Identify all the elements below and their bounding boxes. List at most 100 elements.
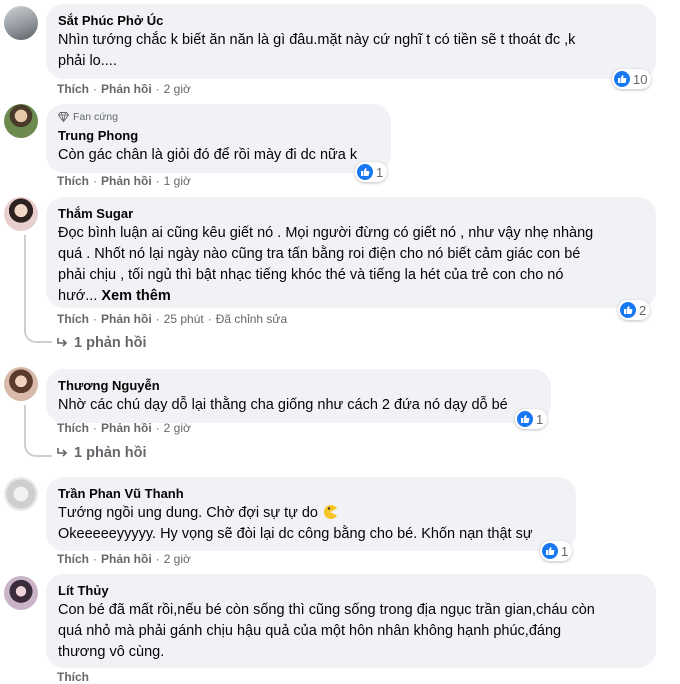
comment-line: Đọc bình luận ai cũng kêu giết nó . Mọi … [58,225,594,241]
avatar[interactable] [4,197,38,231]
reaction-count[interactable]: 1 [540,541,573,561]
comment-text: Con bé đã mất rồi,nếu bé còn sống thì cũ… [58,600,644,663]
comment-line: Nhìn tướng chắc k biết ăn năn là gì đâu.… [58,32,576,48]
like-button[interactable]: Thích [57,421,89,435]
reaction-number: 10 [633,71,648,87]
like-icon [614,71,630,87]
reply-button[interactable]: Phản hồi [101,312,152,326]
comment-text: Nhờ các chú dạy dỗ lại thằng cha giống n… [58,395,539,416]
comment-line: phải lo.... [58,53,117,69]
like-button[interactable]: Thích [57,312,89,326]
comment-line: Nhờ các chú dạy dỗ lại thằng cha giống n… [58,397,508,413]
comment: Fan cứng Trung Phong Còn gác chân là giỏ… [0,100,680,195]
avatar[interactable] [4,367,38,401]
comment-line: phải chịu , tối ngủ thì bật nhạc tiếng k… [58,267,564,283]
reaction-count[interactable]: 1 [515,409,548,429]
separator: · [207,312,212,326]
comment-time[interactable]: 1 giờ [164,174,191,188]
reply-arrow-icon [57,448,68,457]
reaction-number: 1 [561,543,569,559]
comment-bubble: Sắt Phúc Phở Úc Nhìn tướng chắc k biết ă… [46,4,656,79]
comment-line: thương vô cùng. [58,644,165,660]
separator: · [93,312,97,326]
comment-time[interactable]: 2 giờ [164,552,191,566]
comment-line: hướ... Xem thêm [58,286,644,307]
reply-button[interactable]: Phản hồi [101,174,152,188]
separator: · [155,312,160,326]
comment-actions: Thích · Phản hồi · 1 giờ [57,174,191,188]
comment: Trần Phan Vũ Thanh Tướng ngồi ung dung. … [0,475,680,570]
comment-line: quá . Nhốt nó lại ngày nào cũng tra tấn … [58,246,581,262]
comment: Thương Nguyễn Nhờ các chú dạy dỗ lại thằ… [0,365,680,470]
comment-line-end: hướ... [58,288,98,304]
reaction-number: 2 [639,302,647,318]
comment-actions: Thích · Phản hồi · 2 giờ [57,552,191,566]
comment-author[interactable]: Thương Nguyễn [58,377,539,394]
replies-count: 1 phản hồi [74,445,147,461]
badge-label: Fan cứng [73,111,118,123]
like-icon [620,302,636,318]
comment-author[interactable]: Thắm Sugar [58,205,644,222]
like-icon [357,164,373,180]
comment: Thắm Sugar Đọc bình luận ai cũng kêu giế… [0,195,680,360]
comment-author[interactable]: Lít Thủy [58,582,644,599]
like-icon [517,411,533,427]
pacman-emoji-icon [323,505,338,519]
comment-author[interactable]: Trần Phan Vũ Thanh [58,485,564,502]
comment-text: Nhìn tướng chắc k biết ăn năn là gì đâu.… [58,30,644,72]
view-replies-link[interactable]: 1 phản hồi [56,335,147,351]
separator: · [93,174,97,188]
comment-bubble: Fan cứng Trung Phong Còn gác chân là giỏ… [46,104,391,173]
comment-bubble: Thương Nguyễn Nhờ các chú dạy dỗ lại thằ… [46,369,551,423]
reaction-count[interactable]: 1 [355,162,388,182]
comment-text: Đọc bình luận ai cũng kêu giết nó . Mọi … [58,223,644,307]
reply-button[interactable]: Phản hồi [101,421,152,435]
comment-time[interactable]: 2 giờ [164,82,191,96]
comment-time[interactable]: 25 phút [164,312,204,326]
like-icon [542,543,558,559]
reply-button[interactable]: Phản hồi [101,82,152,96]
comment-line-text: Tướng ngồi ung dung. Chờ đợi sự tự do [58,505,318,521]
reply-arrow-icon [57,338,68,347]
comment-time[interactable]: 2 giờ [164,421,191,435]
comment-actions: Thích · Phản hồi · 2 giờ [57,421,191,435]
avatar[interactable] [4,477,38,511]
comment-bubble: Thắm Sugar Đọc bình luận ai cũng kêu giế… [46,197,656,308]
reaction-number: 1 [536,411,544,427]
reaction-count[interactable]: 2 [618,300,651,320]
comment-actions: Thích [57,670,89,684]
comment: Lít Thủy Con bé đã mất rồi,nếu bé còn số… [0,572,680,684]
separator: · [155,421,160,435]
separator: · [155,82,160,96]
replies-count: 1 phản hồi [74,335,147,351]
comment-text: Tướng ngồi ung dung. Chờ đợi sự tự do Ok… [58,503,564,545]
avatar[interactable] [4,6,38,40]
comment-author[interactable]: Sắt Phúc Phở Úc [58,12,644,29]
like-button[interactable]: Thích [57,670,89,684]
see-more-link[interactable]: Xem thêm [101,288,170,304]
avatar[interactable] [4,576,38,610]
comment-bubble: Lít Thủy Con bé đã mất rồi,nếu bé còn số… [46,574,656,668]
reaction-count[interactable]: 10 [612,69,652,89]
comment-line: quá nhỏ mà phải gánh chịu hậu quả của mộ… [58,623,562,639]
separator: · [93,82,97,96]
like-button[interactable]: Thích [57,174,89,188]
comment: Sắt Phúc Phở Úc Nhìn tướng chắc k biết ă… [0,0,680,100]
comment-text: Còn gác chân là giỏi đó để rồi mày đi dc… [58,145,379,166]
comment-line: Okeeeeeyyyyy. Hy vọng sẽ đòi lại dc công… [58,526,533,542]
fan-badge: Fan cứng [58,110,379,124]
like-button[interactable]: Thích [57,82,89,96]
reaction-number: 1 [376,164,384,180]
comment-actions: Thích · Phản hồi · 2 giờ [57,82,191,96]
separator: · [155,174,160,188]
view-replies-link[interactable]: 1 phản hồi [56,445,147,461]
comment-line: Con bé đã mất rồi,nếu bé còn sống thì cũ… [58,602,595,618]
avatar[interactable] [4,104,38,138]
reply-button[interactable]: Phản hồi [101,552,152,566]
comment-line: Tướng ngồi ung dung. Chờ đợi sự tự do [58,503,564,524]
comment-author[interactable]: Trung Phong [58,127,379,144]
separator: · [93,552,97,566]
comment-line: Còn gác chân là giỏi đó để rồi mày đi dc… [58,147,358,163]
diamond-icon [58,112,69,122]
like-button[interactable]: Thích [57,552,89,566]
